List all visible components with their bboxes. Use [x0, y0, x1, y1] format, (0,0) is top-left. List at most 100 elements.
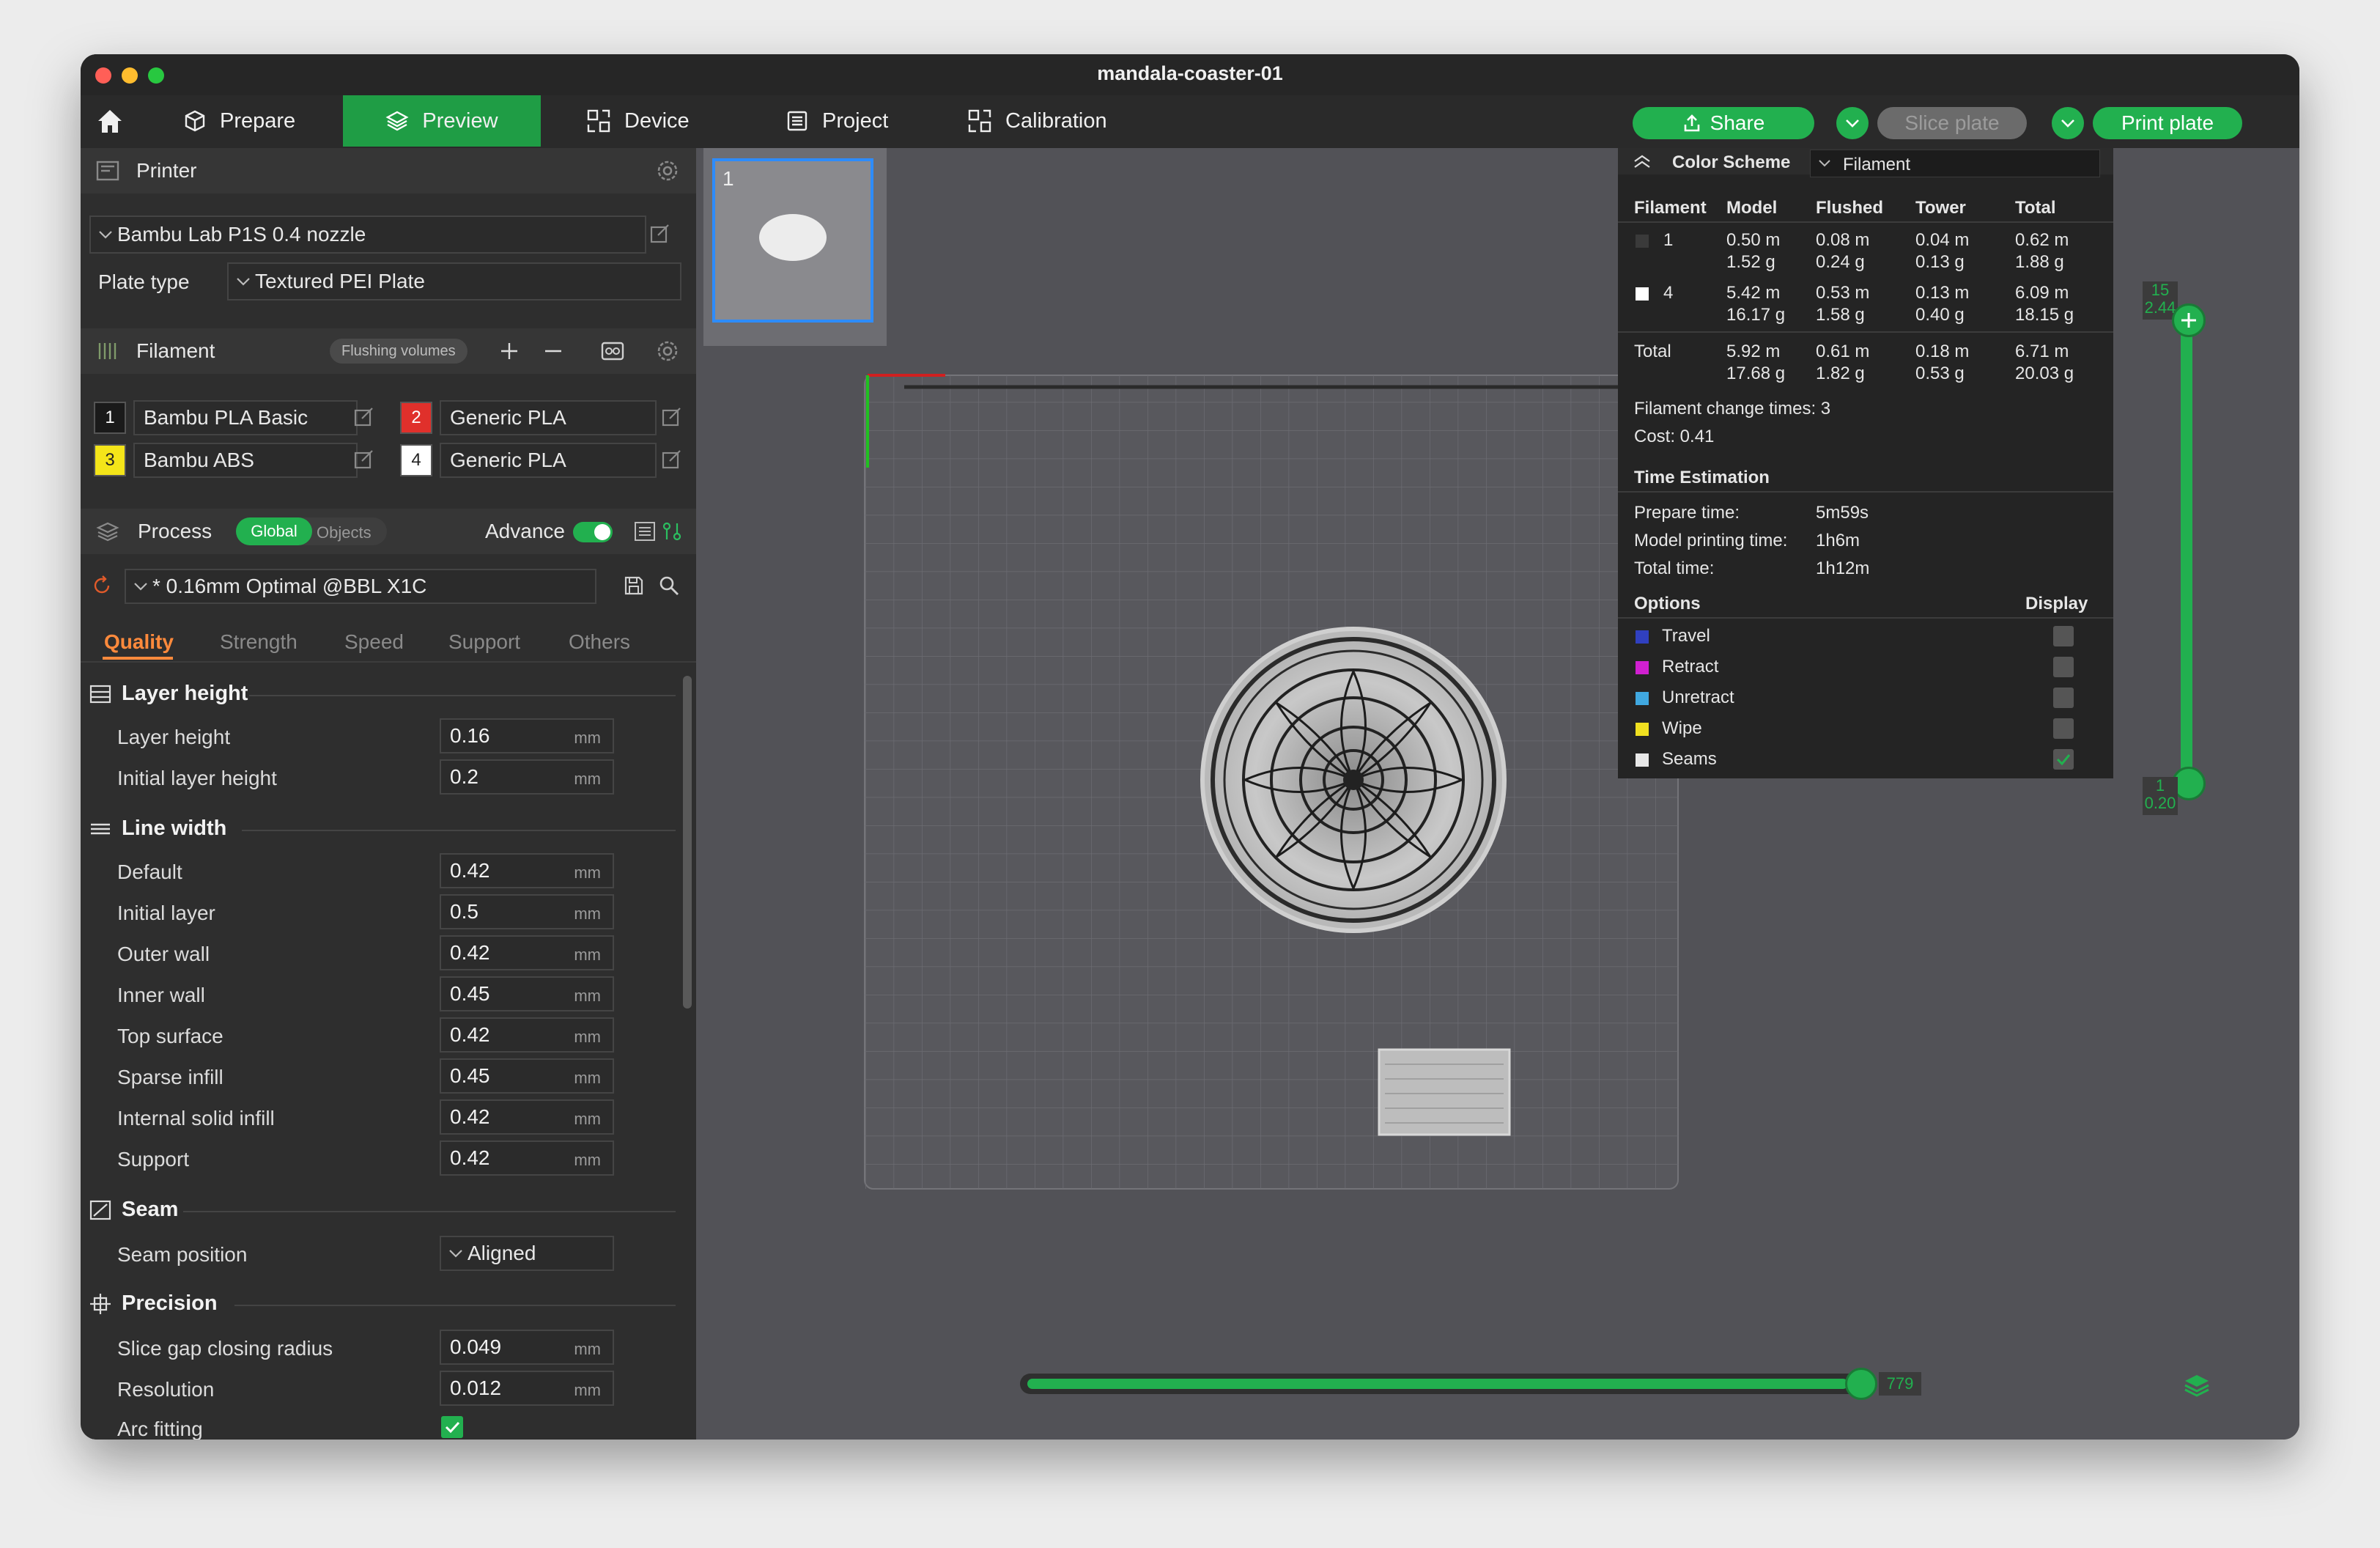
tab-device[interactable]: Device	[586, 95, 703, 147]
filament-color-swatch[interactable]: 3	[94, 444, 126, 476]
seams-display-checkbox[interactable]	[2053, 749, 2074, 770]
slice-plate-button[interactable]: Slice plate	[1877, 107, 2027, 139]
field-unit: mm	[574, 729, 601, 747]
edit-icon[interactable]	[661, 406, 683, 428]
move-slider-handle[interactable]	[1845, 1368, 1877, 1400]
line-width-outer-wall-input[interactable]: 0.42 mm	[440, 935, 614, 970]
edit-icon[interactable]	[661, 449, 683, 471]
option-label: Unretract	[1662, 688, 1734, 707]
tab-project[interactable]: Project	[786, 95, 903, 147]
filament-name: Generic PLA	[450, 406, 566, 429]
line-width-support-input[interactable]: 0.42 mm	[440, 1140, 614, 1176]
legend-col-total: Total	[2015, 198, 2056, 218]
unretract-display-checkbox[interactable]	[2053, 688, 2074, 708]
share-button[interactable]: Share	[1633, 107, 1814, 139]
legend-panel: Color Scheme Filament Filament Model Flu…	[1618, 148, 2113, 778]
filament-color-swatch[interactable]: 4	[400, 444, 432, 476]
total-length: 6.71 m	[2015, 342, 2069, 361]
tab-calibration[interactable]: Calibration	[967, 95, 1128, 147]
slice-dropdown-button[interactable]	[1836, 107, 1869, 139]
filament-select[interactable]: Bambu ABS	[133, 443, 358, 478]
line-width-sparse-infill-input[interactable]: 0.45 mm	[440, 1058, 614, 1094]
travel-display-checkbox[interactable]	[2053, 626, 2074, 646]
line-width-icon	[91, 823, 110, 834]
retract-display-checkbox[interactable]	[2053, 657, 2074, 677]
reset-icon[interactable]	[91, 575, 113, 597]
save-icon[interactable]	[623, 575, 645, 597]
resolution-input[interactable]: 0.012 mm	[440, 1371, 614, 1406]
collapse-icon[interactable]	[1633, 154, 1652, 170]
tab-speed[interactable]: Speed	[344, 630, 404, 654]
edit-icon[interactable]	[353, 406, 375, 428]
setting-label: Arc fitting	[117, 1418, 203, 1440]
layers-view-icon[interactable]	[2182, 1371, 2211, 1400]
global-objects-toggle[interactable]: Global Objects	[236, 517, 387, 545]
list-view-icon[interactable]	[633, 520, 657, 542]
layer-slider-top-handle[interactable]	[2172, 303, 2206, 337]
unretract-swatch	[1636, 692, 1649, 705]
tab-support[interactable]: Support	[448, 630, 520, 654]
tower-length: 0.18 m	[1915, 342, 1970, 361]
layer-height-group-header: Layer height	[89, 682, 248, 706]
printer-icon	[96, 161, 119, 181]
move-slider-track[interactable]	[1020, 1374, 1861, 1394]
filament-color-swatch[interactable]: 2	[400, 402, 432, 434]
precision-icon	[90, 1293, 111, 1314]
flushing-volumes-button[interactable]: Flushing volumes	[330, 339, 468, 364]
edit-icon[interactable]	[353, 449, 375, 471]
advance-toggle[interactable]	[573, 522, 613, 542]
tab-strength[interactable]: Strength	[220, 630, 298, 654]
tab-preview[interactable]: Preview	[343, 95, 541, 147]
line-width-internal-solid-infill-input[interactable]: 0.42 mm	[440, 1099, 614, 1135]
model-length: 0.50 m	[1726, 230, 1781, 250]
filament-select[interactable]: Generic PLA	[440, 400, 657, 435]
global-toggle-option[interactable]: Global	[236, 517, 312, 545]
slice-gap-closing-radius-input[interactable]: 0.049 mm	[440, 1330, 614, 1365]
search-icon[interactable]	[658, 575, 680, 597]
printer-preset-select[interactable]: Bambu Lab P1S 0.4 nozzle	[89, 215, 646, 254]
compare-icon[interactable]	[661, 520, 683, 542]
settings-scrollbar[interactable]	[683, 676, 692, 1009]
add-icon[interactable]	[498, 340, 520, 362]
layer-height-input[interactable]: 0.16 mm	[440, 718, 614, 753]
flushed-length: 0.08 m	[1816, 230, 1870, 250]
arc-fitting-checkbox[interactable]	[441, 1416, 463, 1438]
line-width-top-surface-input[interactable]: 0.42 mm	[440, 1017, 614, 1053]
color-scheme-value: Filament	[1843, 155, 1911, 174]
edit-icon[interactable]	[649, 223, 671, 245]
sidebar: Printer Bambu Lab P1S 0.4 nozzle Plate t…	[81, 148, 696, 1440]
line-width-default-input[interactable]: 0.42 mm	[440, 853, 614, 888]
model-weight: 1.52 g	[1726, 252, 1775, 272]
color-scheme-select[interactable]: Filament	[1810, 150, 2100, 177]
tab-others[interactable]: Others	[569, 630, 630, 654]
initial-layer-height-input[interactable]: 0.2 mm	[440, 759, 614, 795]
line-width-initial-layer-input[interactable]: 0.5 mm	[440, 894, 614, 929]
slice-plate-label: Slice plate	[1904, 111, 2000, 134]
plate-type-label: Plate type	[98, 270, 190, 293]
seam-position-select[interactable]: Aligned	[440, 1236, 614, 1271]
remove-icon[interactable]	[542, 340, 564, 362]
cube-icon	[185, 110, 205, 132]
print-plate-button[interactable]: Print plate	[2093, 107, 2242, 139]
gear-icon[interactable]	[655, 339, 680, 364]
wipe-display-checkbox[interactable]	[2053, 718, 2074, 739]
home-button[interactable]	[95, 95, 132, 147]
layer-slider-track[interactable]	[2181, 324, 2192, 784]
filament-select[interactable]: Bambu PLA Basic	[133, 400, 358, 435]
field-value: 0.42	[450, 1023, 490, 1046]
filament-color-swatch[interactable]: 1	[94, 402, 126, 434]
line-width-inner-wall-input[interactable]: 0.45 mm	[440, 976, 614, 1011]
plate-type-select[interactable]: Textured PEI Plate	[227, 262, 681, 301]
process-preset-select[interactable]: * 0.16mm Optimal @BBL X1C	[125, 569, 596, 604]
gear-icon[interactable]	[655, 158, 680, 183]
tab-quality[interactable]: Quality	[104, 630, 174, 654]
filament-select[interactable]: Generic PLA	[440, 443, 657, 478]
filament-name: Bambu PLA Basic	[144, 406, 308, 429]
filament-section-header: Filament Flushing volumes	[81, 328, 696, 374]
objects-toggle-option[interactable]: Objects	[317, 523, 372, 542]
field-value: 0.45	[450, 982, 490, 1005]
tab-prepare[interactable]: Prepare	[183, 95, 308, 147]
print-dropdown-button[interactable]	[2052, 107, 2084, 139]
filament-sync-icon[interactable]	[599, 339, 626, 364]
setting-label: Top surface	[117, 1025, 223, 1047]
